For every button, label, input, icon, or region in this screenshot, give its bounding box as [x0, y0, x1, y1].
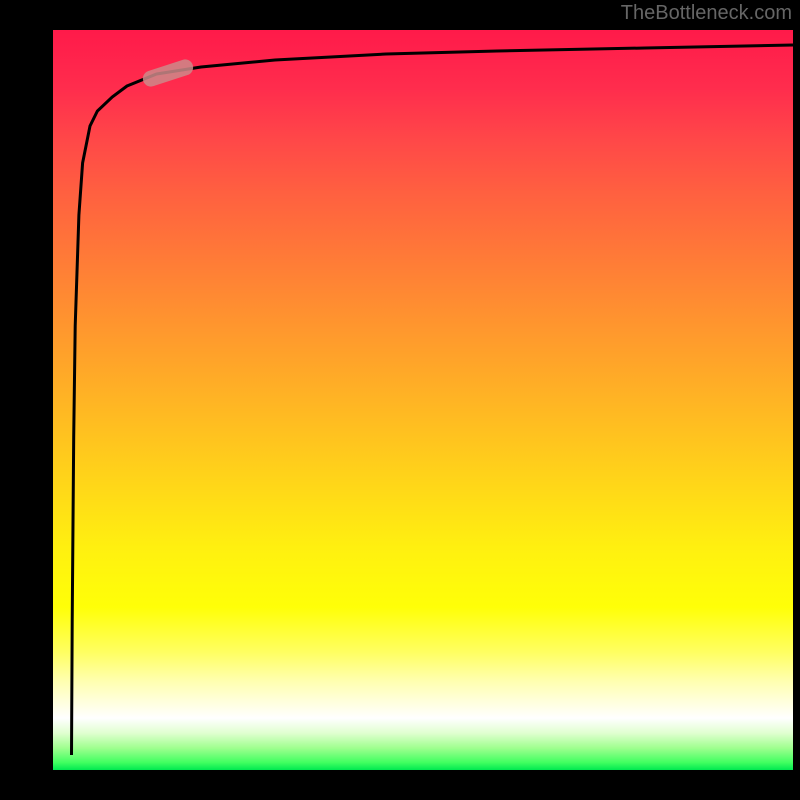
data-curve: [72, 45, 794, 755]
curve-marker: [141, 57, 195, 88]
watermark-text: TheBottleneck.com: [621, 2, 792, 25]
chart-curve: [53, 30, 793, 770]
